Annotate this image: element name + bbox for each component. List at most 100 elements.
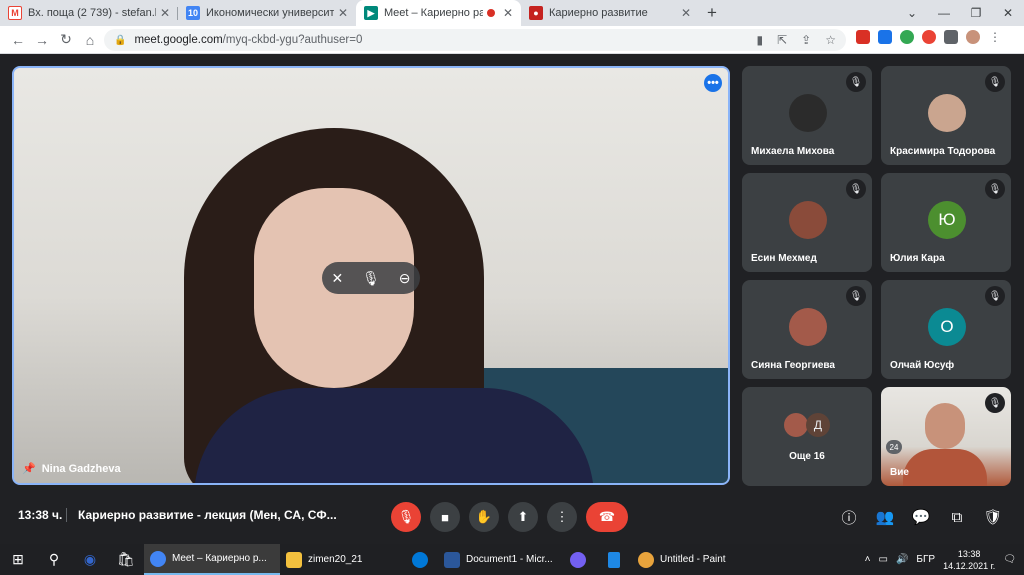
mic-off-icon: 🎙 — [397, 509, 415, 524]
tab-meet[interactable]: ▶ Meet – Кариерно развитие ✕ — [356, 0, 521, 26]
store-icon: 🛍 — [117, 551, 135, 567]
puzzle-icon[interactable] — [944, 30, 958, 44]
taskbar-app-skype[interactable] — [402, 544, 438, 575]
window-controls: ⌄ — ❐ ✕ — [896, 0, 1024, 26]
tab-title: Икономически университет - В — [206, 7, 334, 19]
forward-button[interactable]: → — [30, 32, 54, 48]
participant-tile[interactable]: 🎙 Михаела Михова — [742, 66, 872, 165]
pin-icon[interactable]: ✕ — [331, 270, 343, 287]
info-icon[interactable]: ⓘ — [838, 506, 860, 528]
more-options-icon[interactable]: ••• — [704, 74, 722, 92]
tab-classroom[interactable]: ● Кариерно развитие ✕ — [521, 0, 699, 26]
system-tray: ˄ ▭ 🔊 БГР 13:38 14.12.2021 г. 🗨 — [865, 544, 1016, 575]
camera-toggle-button[interactable]: ■ — [430, 502, 460, 532]
present-button[interactable]: ⬆ — [508, 502, 538, 532]
camera-icon[interactable]: ▮ — [757, 33, 764, 47]
avatar: О — [928, 308, 966, 346]
edge-button[interactable]: ◉ — [72, 544, 108, 575]
taskbar-app-viber[interactable] — [560, 544, 596, 575]
open-external-icon[interactable]: ⇱ — [777, 33, 787, 47]
skype-icon — [412, 551, 428, 568]
host-controls-icon[interactable]: 🛡 — [982, 506, 1004, 528]
more-participants-tile[interactable]: Д Още 16 — [742, 387, 872, 486]
network-icon[interactable]: ▭ — [879, 554, 888, 565]
taskbar-app-phone[interactable] — [596, 544, 632, 575]
participant-tile[interactable]: 🎙 Есин Мехмед — [742, 173, 872, 272]
phone-icon — [608, 551, 620, 568]
chat-icon[interactable]: 💬 — [910, 506, 932, 528]
extension-icon[interactable] — [878, 30, 892, 44]
close-icon[interactable]: ✕ — [160, 6, 170, 20]
mic-off-icon: 🎙 — [985, 286, 1005, 306]
language-indicator[interactable]: БГР — [916, 554, 935, 565]
taskbar-app-label: Untitled - Paint — [660, 554, 726, 565]
tile-hover-controls: ✕ 🎙 ⊖ — [322, 262, 420, 294]
camera-icon: ■ — [441, 509, 449, 525]
new-tab-button[interactable]: + — [699, 0, 725, 26]
leave-call-button[interactable]: ☎ — [586, 502, 628, 532]
tab-university[interactable]: 10 Икономически университет - В ✕ — [178, 0, 356, 26]
taskbar-app-word[interactable]: Document1 - Micr... — [438, 544, 560, 575]
close-icon[interactable]: ✕ — [681, 6, 691, 20]
mic-off-icon: 🎙 — [846, 72, 866, 92]
meet-icon: ▶ — [364, 6, 378, 20]
mic-toggle-button[interactable]: 🎙 — [391, 502, 421, 532]
tab-gmail[interactable]: M Вх. поща (2 739) - stefan.kalpach ✕ — [0, 0, 178, 26]
avatar — [789, 201, 827, 239]
back-button[interactable]: ← — [6, 32, 30, 48]
clock[interactable]: 13:38 14.12.2021 г. — [943, 548, 995, 572]
restore-button[interactable]: ❐ — [960, 0, 992, 26]
participant-tile[interactable]: 🎙 Сияна Георгиева — [742, 280, 872, 379]
participant-name: Красимира Тодорова — [890, 146, 996, 157]
participant-tile[interactable]: 🎙 Ю Юлия Кара — [881, 173, 1011, 272]
activities-icon[interactable]: ⧉ — [946, 506, 968, 528]
chrome-icon — [150, 550, 166, 567]
taskbar-app-paint[interactable]: Untitled - Paint — [632, 544, 750, 575]
menu-icon[interactable]: ⋮ — [988, 30, 1002, 44]
participant-tile[interactable]: 🎙 Красимира Тодорова — [881, 66, 1011, 165]
extension-icon[interactable] — [900, 30, 914, 44]
tab-search-icon[interactable]: ⌄ — [896, 0, 928, 26]
minimize-button[interactable]: — — [928, 0, 960, 26]
taskbar-app-label: zimen20_21 — [308, 554, 363, 565]
search-button[interactable]: ⚲ — [36, 544, 72, 575]
close-window-button[interactable]: ✕ — [992, 0, 1024, 26]
taskbar-app-folder[interactable]: zimen20_21 — [280, 544, 402, 575]
close-icon[interactable]: ✕ — [503, 6, 513, 20]
extension-icon[interactable] — [856, 30, 870, 44]
taskbar-app-label: Document1 - Micr... — [466, 554, 553, 565]
taskbar-app-chrome[interactable]: Meet – Кариерно р... — [144, 544, 280, 575]
word-icon — [444, 551, 460, 568]
participant-tile[interactable]: 🎙 О Олчай Юсуф — [881, 280, 1011, 379]
volume-icon[interactable]: 🔊 — [896, 554, 908, 565]
store-button[interactable]: 🛍 — [108, 544, 144, 575]
classroom-icon: ● — [529, 6, 543, 20]
participant-count-badge: 24 — [886, 440, 902, 454]
start-button[interactable]: ⊞ — [0, 544, 36, 575]
star-icon[interactable]: ☆ — [825, 33, 836, 47]
people-icon[interactable]: 👥 — [874, 506, 896, 528]
tab-title: Вх. поща (2 739) - stefan.kalpach — [28, 7, 156, 19]
home-button[interactable]: ⌂ — [78, 32, 102, 48]
more-vert-icon: ⋮ — [555, 509, 569, 524]
mic-icon[interactable]: 🎙 — [362, 270, 380, 287]
gmail-icon: M — [8, 6, 22, 20]
avatar[interactable] — [966, 30, 980, 44]
avatar — [789, 94, 827, 132]
self-view-tile[interactable]: 🎙 Вие — [881, 387, 1011, 486]
more-options-button[interactable]: ⋮ — [547, 502, 577, 532]
raise-hand-button[interactable]: ✋ — [469, 502, 499, 532]
participant-name: Юлия Кара — [890, 253, 945, 264]
mic-off-icon: 🎙 — [985, 72, 1005, 92]
reload-button[interactable]: ↻ — [54, 31, 78, 48]
recording-icon — [486, 9, 495, 17]
mic-off-icon: 🎙 — [985, 393, 1005, 413]
share-icon[interactable]: ⇪ — [801, 33, 811, 47]
main-speaker-tile[interactable]: ••• ✕ 🎙 ⊖ 📌 Nina Gadzheva — [12, 66, 730, 485]
notifications-icon[interactable]: 🗨 — [1003, 554, 1016, 565]
url-field[interactable]: 🔒 meet.google.com /myq-ckbd-ygu?authuser… — [104, 29, 846, 51]
remove-icon[interactable]: ⊖ — [399, 270, 411, 287]
close-icon[interactable]: ✕ — [338, 6, 348, 20]
extension-icon[interactable] — [922, 30, 936, 44]
tray-expand-icon[interactable]: ˄ — [865, 554, 871, 565]
